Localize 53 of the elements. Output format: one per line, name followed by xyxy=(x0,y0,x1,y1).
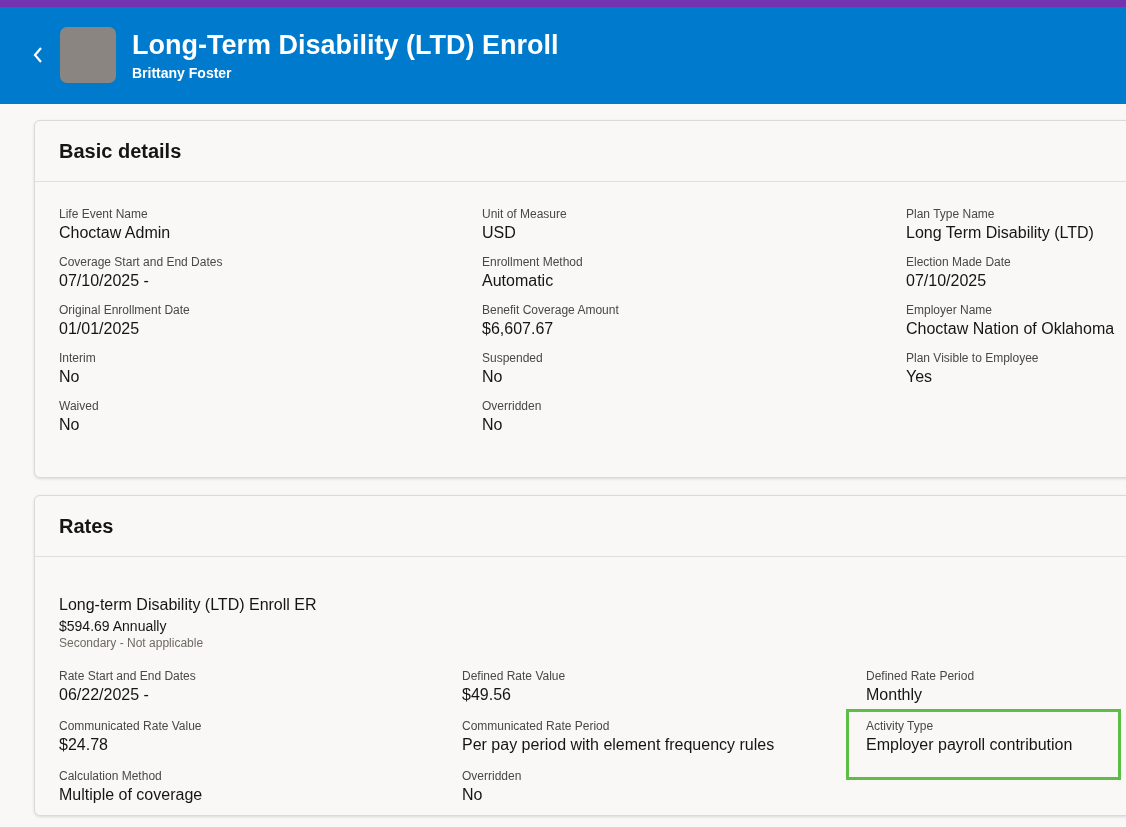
section-title: Rates xyxy=(59,514,115,538)
plan-name: Long-term Disability (LTD) Enroll ER xyxy=(59,595,318,615)
field-label: Coverage Start and End Dates xyxy=(59,255,224,270)
field-label: Plan Visible to Employee xyxy=(906,351,1040,366)
field-label: Suspended xyxy=(482,351,544,366)
field-value: 06/22/2025 - xyxy=(59,685,150,705)
field-label: Overridden xyxy=(482,399,543,414)
field-value: 07/10/2025 xyxy=(906,271,988,291)
field-label: Interim xyxy=(59,351,97,366)
field-value: No xyxy=(482,415,504,435)
field-value: Employer payroll contribution xyxy=(866,735,1074,755)
field-value: Multiple of coverage xyxy=(59,785,204,805)
field-label: Enrollment Method xyxy=(482,255,584,270)
field-value: Choctaw Admin xyxy=(59,223,172,243)
field-value: No xyxy=(462,785,484,805)
field-label: Election Made Date xyxy=(906,255,1012,270)
field-label: Plan Type Name xyxy=(906,207,996,222)
rate-amount: $594.69 Annually xyxy=(59,617,168,635)
page-title: Long-Term Disability (LTD) Enroll xyxy=(132,28,559,61)
field-value: Choctaw Nation of Oklahoma xyxy=(906,319,1116,339)
field-value: Monthly xyxy=(866,685,924,705)
section-title: Basic details xyxy=(59,139,183,163)
rate-note: Secondary - Not applicable xyxy=(59,635,205,651)
field-value: No xyxy=(59,415,81,435)
field-value: $49.56 xyxy=(462,685,512,705)
field-label: Calculation Method xyxy=(59,769,163,784)
field-label: Employer Name xyxy=(906,303,994,318)
field-value: $6,607.67 xyxy=(482,319,555,339)
field-label: Waived xyxy=(59,399,100,414)
person-name: Brittany Foster xyxy=(132,64,233,81)
field-label: Original Enrollment Date xyxy=(59,303,191,318)
field-label: Overridden xyxy=(462,769,523,784)
field-value: $24.78 xyxy=(59,735,109,755)
field-label: Rate Start and End Dates xyxy=(59,669,197,684)
field-label: Benefit Coverage Amount xyxy=(482,303,620,318)
field-label: Life Event Name xyxy=(59,207,149,222)
field-label: Unit of Measure xyxy=(482,207,568,222)
field-label: Defined Rate Period xyxy=(866,669,976,684)
field-label: Defined Rate Value xyxy=(462,669,567,684)
field-label: Activity Type xyxy=(866,719,935,734)
field-value: Per pay period with element frequency rules xyxy=(462,735,776,755)
chevron-left-icon xyxy=(32,45,44,64)
field-value: 07/10/2025 - xyxy=(59,271,150,291)
field-value: No xyxy=(59,367,81,387)
field-value: No xyxy=(482,367,504,387)
field-value: Yes xyxy=(906,367,934,387)
field-label: Communicated Rate Value xyxy=(59,719,203,734)
field-value: USD xyxy=(482,223,517,243)
field-label: Communicated Rate Period xyxy=(462,719,611,734)
field-value: Long Term Disability (LTD) xyxy=(906,223,1095,243)
field-value: Automatic xyxy=(482,271,555,291)
photo-placeholder xyxy=(60,26,116,83)
field-value: 01/01/2025 xyxy=(59,319,141,339)
